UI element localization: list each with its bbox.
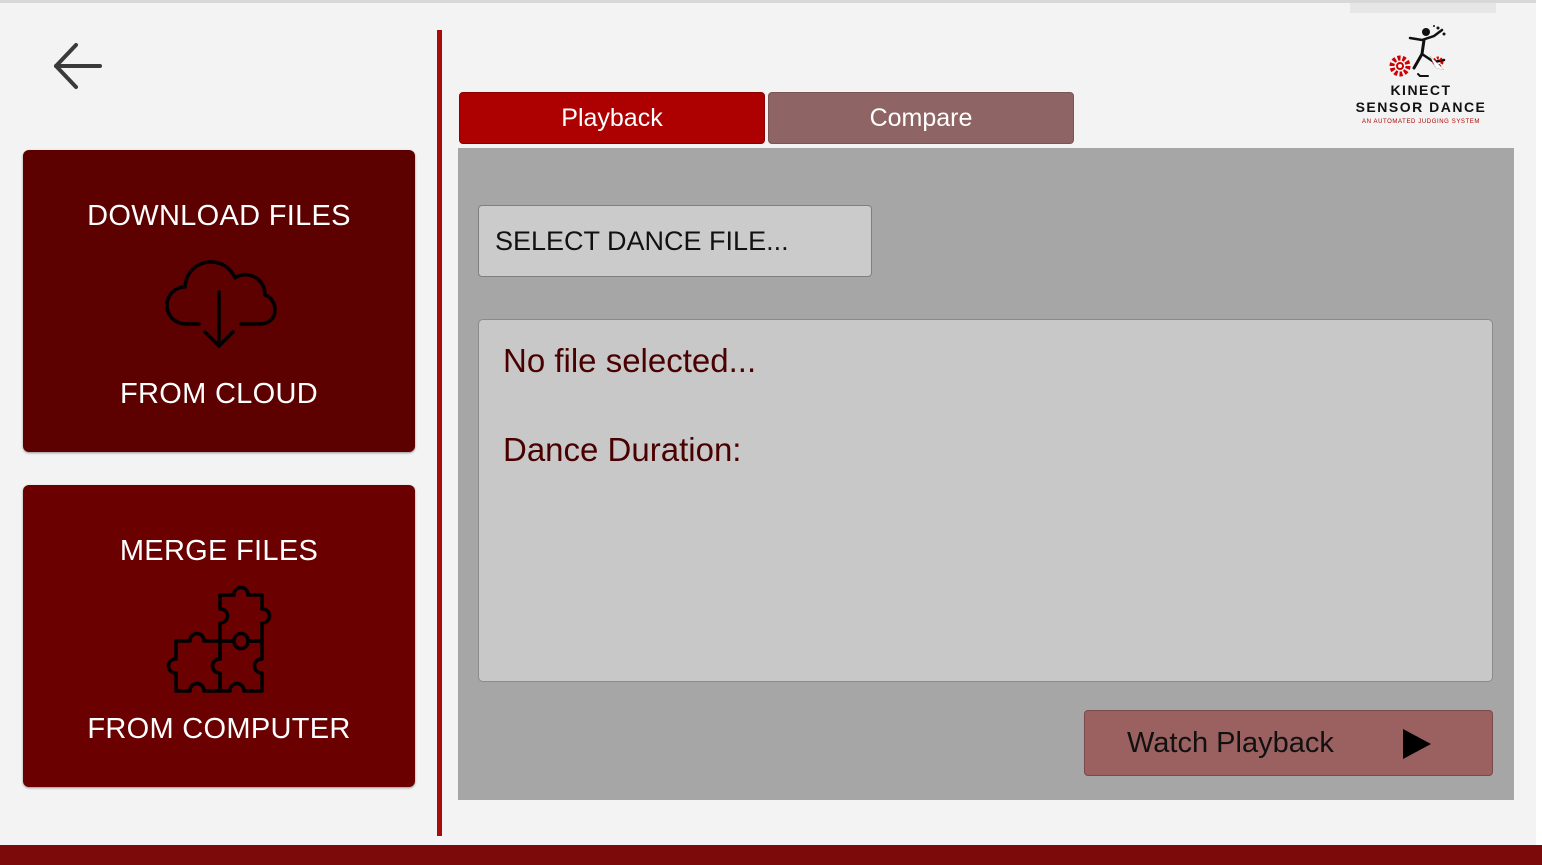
tab-compare[interactable]: Compare	[768, 92, 1074, 144]
kinect-sensor-dance-logo: KINECT SENSOR DANCE AN AUTOMATED JUDGING…	[1348, 24, 1494, 132]
puzzle-pieces-icon	[23, 579, 415, 695]
logo-tagline: AN AUTOMATED JUDGING SYSTEM	[1362, 119, 1480, 125]
merge-card-subtitle: FROM COMPUTER	[87, 713, 351, 745]
window-right-edge	[1536, 0, 1542, 845]
logo-title-line2: SENSOR DANCE	[1355, 99, 1487, 115]
bottom-bar	[0, 845, 1542, 865]
vertical-divider	[437, 30, 442, 836]
app-window: DOWNLOAD FILES FROM CLOUD MERGE FILES FR…	[0, 0, 1542, 865]
playback-panel: SELECT DANCE FILE... No file selected...…	[458, 148, 1514, 800]
window-top-edge	[0, 0, 1542, 3]
window-top-edge-tab	[1350, 3, 1496, 13]
tab-playback[interactable]: Playback	[459, 92, 765, 144]
download-card-subtitle: FROM CLOUD	[120, 378, 318, 410]
play-icon	[1403, 729, 1431, 759]
download-from-cloud-button[interactable]: DOWNLOAD FILES FROM CLOUD	[23, 150, 415, 452]
back-button[interactable]	[48, 38, 108, 94]
merge-card-title: MERGE FILES	[119, 535, 319, 567]
download-card-title: DOWNLOAD FILES	[87, 200, 351, 232]
merge-from-computer-button[interactable]: MERGE FILES FROM COMPUTER	[23, 485, 415, 787]
watch-playback-button[interactable]: Watch Playback	[1084, 710, 1493, 776]
watch-playback-label: Watch Playback	[1127, 727, 1334, 759]
select-dance-file-button[interactable]: SELECT DANCE FILE...	[478, 205, 872, 277]
cloud-download-icon	[23, 250, 415, 352]
file-info-box: No file selected... Dance Duration:	[478, 319, 1493, 682]
file-status-text: No file selected...	[503, 342, 757, 379]
dance-duration-label: Dance Duration:	[503, 431, 742, 468]
arrow-left-icon	[54, 43, 102, 89]
dancer-gears-icon	[1389, 25, 1446, 77]
logo-title-line1: KINECT	[1390, 82, 1452, 98]
